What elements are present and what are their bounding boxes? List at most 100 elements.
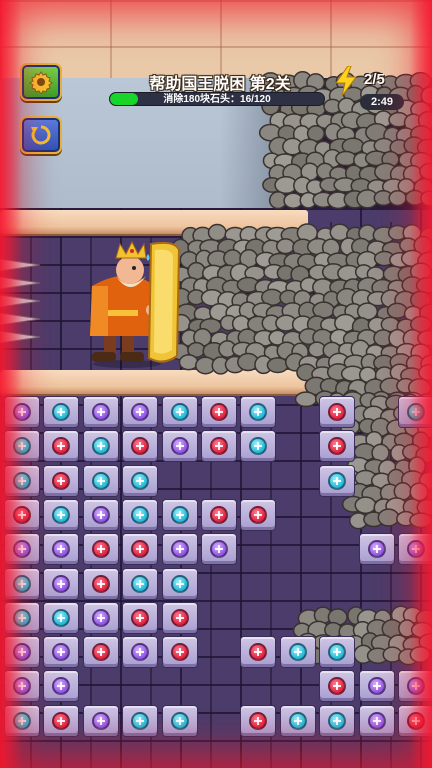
screw-tile[interactable] xyxy=(43,567,80,600)
screw-tile[interactable] xyxy=(319,430,356,463)
screw-tile[interactable] xyxy=(82,567,119,600)
screw-cyan xyxy=(13,471,31,490)
settings-button[interactable] xyxy=(20,63,62,101)
screw-tile[interactable] xyxy=(398,396,432,428)
screw-tile[interactable] xyxy=(161,704,198,737)
screw-tile[interactable] xyxy=(82,636,119,669)
screw-tile[interactable] xyxy=(4,636,40,669)
rock xyxy=(343,190,367,209)
level-title: 帮助国王脱困 第2关 xyxy=(149,76,291,93)
screw-tile[interactable] xyxy=(82,498,119,531)
screw-tile[interactable] xyxy=(4,704,40,737)
rock xyxy=(300,162,320,182)
screw-tile[interactable] xyxy=(319,396,356,428)
screw-tile[interactable] xyxy=(279,704,316,737)
screw-tile[interactable] xyxy=(82,704,119,737)
screw-tile[interactable] xyxy=(161,533,198,566)
screw-tile[interactable] xyxy=(4,670,40,703)
screw-tile[interactable] xyxy=(161,396,198,428)
screw-tile[interactable] xyxy=(319,704,356,737)
rock xyxy=(299,112,323,131)
screw-cyan xyxy=(328,643,347,662)
screw-tile[interactable] xyxy=(122,601,159,634)
screw-tile[interactable] xyxy=(122,396,159,428)
screw-tile[interactable] xyxy=(240,704,277,737)
rock xyxy=(290,152,314,171)
screw-tile[interactable] xyxy=(4,464,40,497)
screw-tile[interactable] xyxy=(398,533,432,566)
screw-tile[interactable] xyxy=(122,533,159,566)
screw-purple xyxy=(52,643,71,662)
screw-tile[interactable] xyxy=(82,464,119,497)
screw-tile[interactable] xyxy=(201,533,237,566)
screw-tile[interactable] xyxy=(43,704,80,737)
screw-tile[interactable] xyxy=(161,430,198,463)
rock xyxy=(273,153,297,170)
screw-purple xyxy=(367,677,386,696)
screw-tile[interactable] xyxy=(161,636,198,669)
rock xyxy=(383,126,402,146)
screw-tile[interactable] xyxy=(161,498,198,531)
screw-tile[interactable] xyxy=(398,704,432,737)
rock xyxy=(298,138,321,157)
screw-tile[interactable] xyxy=(4,396,40,428)
screw-tile[interactable] xyxy=(240,498,277,531)
screw-tile[interactable] xyxy=(358,533,395,566)
screw-tile[interactable] xyxy=(4,601,40,634)
spike-trap xyxy=(0,258,41,344)
screw-tile[interactable] xyxy=(201,396,237,428)
screw-tile[interactable] xyxy=(4,430,40,463)
screw-tile[interactable] xyxy=(122,704,159,737)
screw-tile[interactable] xyxy=(240,430,277,463)
screw-tile[interactable] xyxy=(82,533,119,566)
screw-tile[interactable] xyxy=(319,636,356,669)
screw-tile[interactable] xyxy=(240,636,277,669)
rock xyxy=(274,175,298,194)
screw-tile[interactable] xyxy=(4,533,40,566)
rock xyxy=(306,178,325,196)
screw-tile[interactable] xyxy=(43,636,80,669)
screw-tile[interactable] xyxy=(319,464,356,497)
screw-tile[interactable] xyxy=(43,430,80,463)
screw-tile[interactable] xyxy=(82,601,119,634)
screw-cyan xyxy=(52,608,71,627)
screw-tile[interactable] xyxy=(82,396,119,428)
screw-tile[interactable] xyxy=(122,636,159,669)
screw-tile[interactable] xyxy=(122,430,159,463)
screw-tile[interactable] xyxy=(43,396,80,428)
screw-tile[interactable] xyxy=(240,396,277,428)
screw-tile[interactable] xyxy=(161,567,198,600)
screw-tile[interactable] xyxy=(82,430,119,463)
screw-tile[interactable] xyxy=(43,498,80,531)
rock xyxy=(283,192,304,209)
screw-cyan xyxy=(288,643,307,662)
screw-red xyxy=(52,471,71,490)
screw-tile[interactable] xyxy=(122,567,159,600)
screw-tile[interactable] xyxy=(319,670,356,703)
screw-tile[interactable] xyxy=(4,498,40,531)
screw-tile[interactable] xyxy=(201,430,237,463)
screw-red xyxy=(91,643,110,662)
screw-cyan xyxy=(91,471,110,490)
screw-red xyxy=(131,540,150,559)
screw-tile[interactable] xyxy=(358,704,395,737)
screw-tile[interactable] xyxy=(122,464,159,497)
screw-tile[interactable] xyxy=(43,533,80,566)
screw-tile[interactable] xyxy=(43,464,80,497)
screw-purple xyxy=(170,540,189,559)
screw-tile[interactable] xyxy=(279,636,316,669)
screw-cyan xyxy=(52,505,71,524)
restart-button[interactable] xyxy=(20,116,62,154)
screw-tile[interactable] xyxy=(201,498,237,531)
screw-tile[interactable] xyxy=(4,567,40,600)
screw-tile[interactable] xyxy=(122,498,159,531)
screw-tile[interactable] xyxy=(398,670,432,703)
energy-count: 2/5 xyxy=(364,71,385,88)
rock xyxy=(305,151,325,170)
screw-purple xyxy=(210,540,228,559)
screw-tile[interactable] xyxy=(43,601,80,634)
screw-tile[interactable] xyxy=(43,670,80,703)
screw-tile[interactable] xyxy=(161,601,198,634)
rock xyxy=(282,113,306,131)
screw-tile[interactable] xyxy=(358,670,395,703)
